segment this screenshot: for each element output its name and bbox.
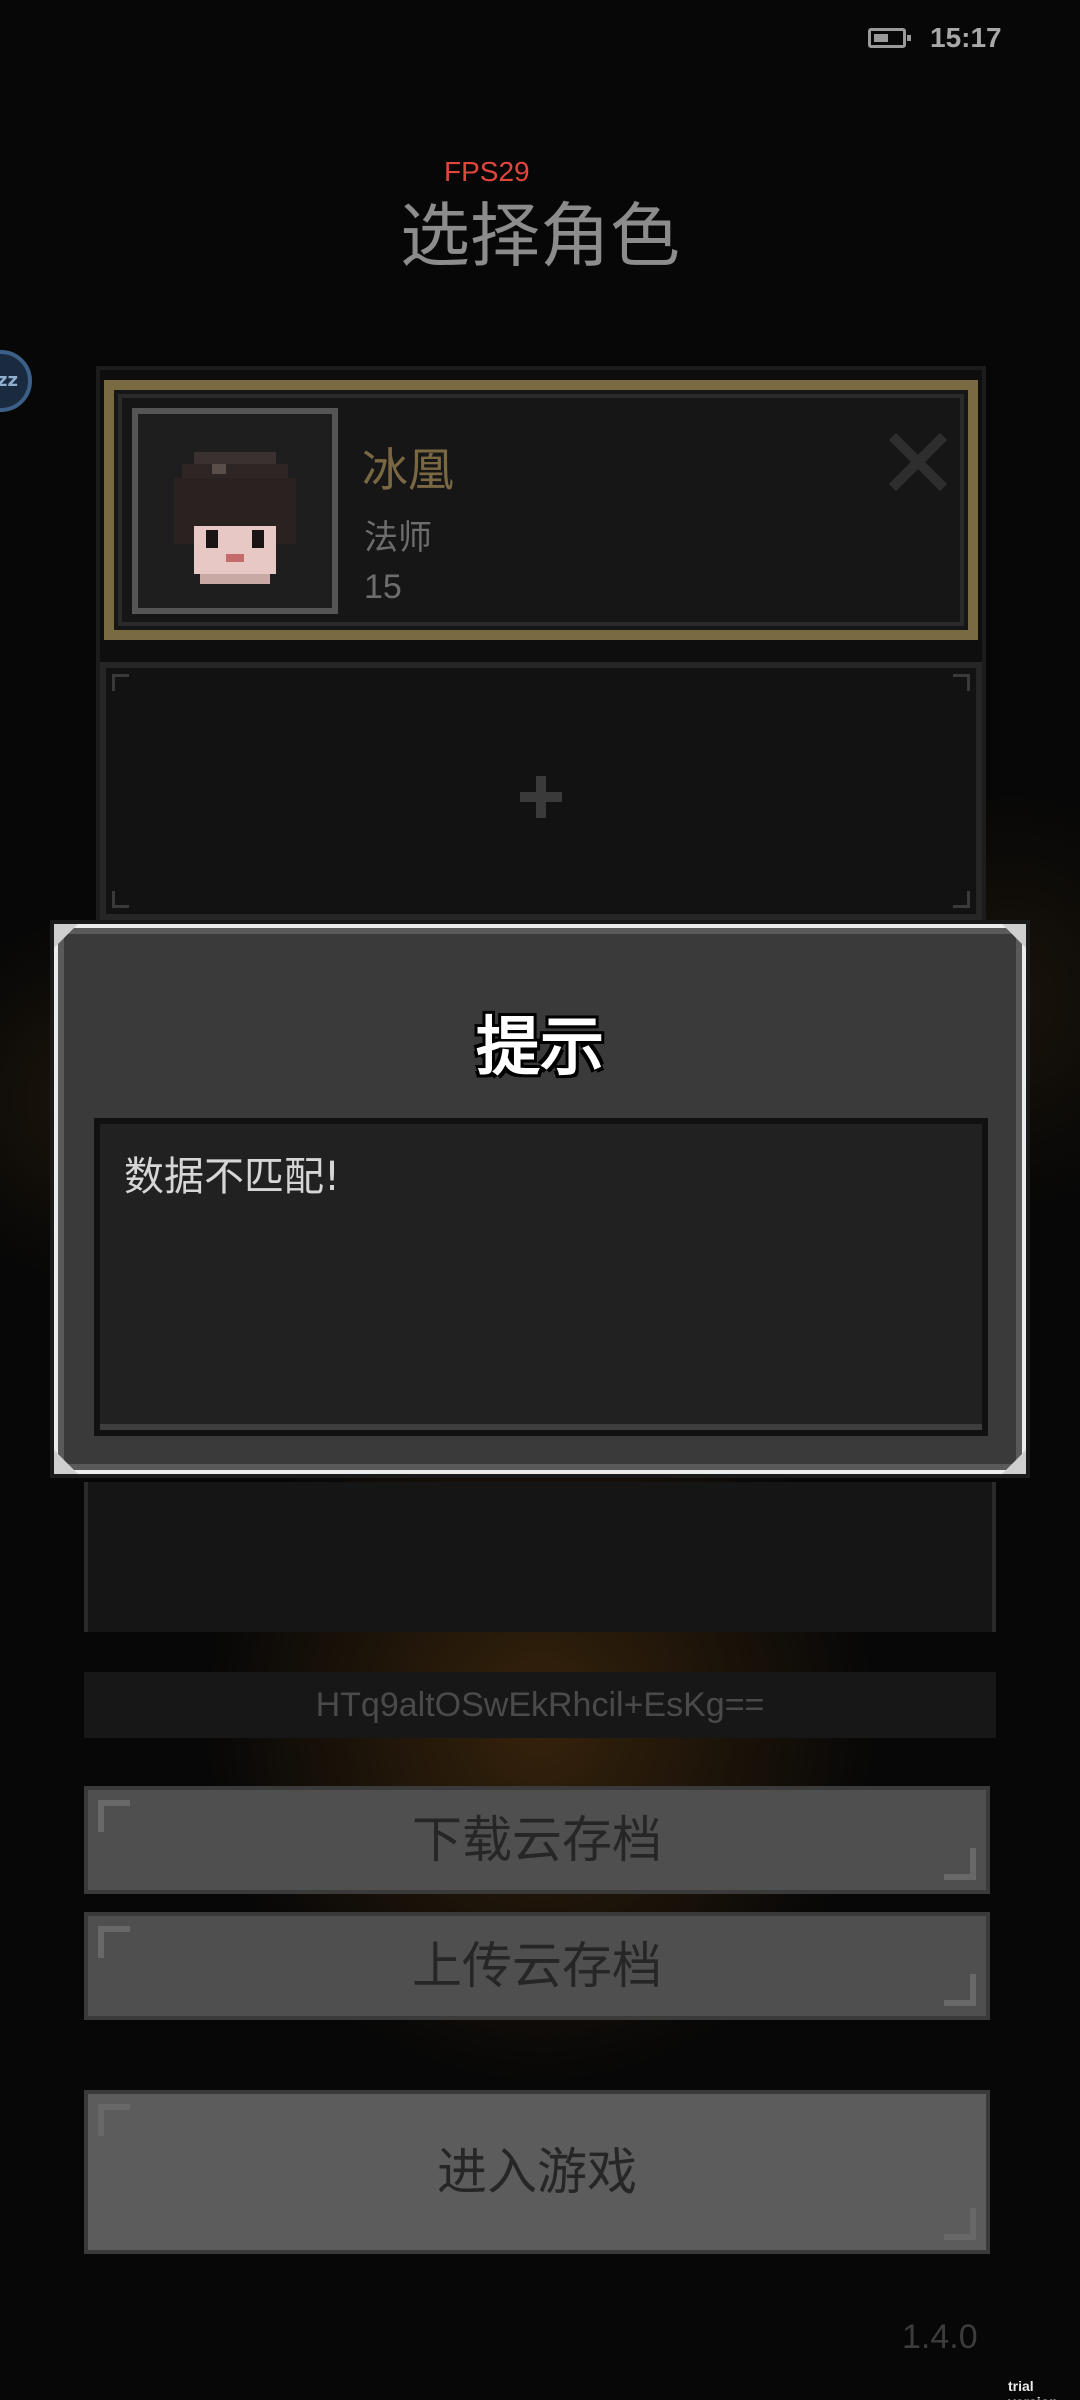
info-panel [84, 1482, 996, 1632]
page-title: 选择角色 [400, 195, 680, 277]
sleep-icon[interactable]: zz [0, 350, 32, 412]
sync-code-text: HTq9altOSwEkRhcil+EsKg== [84, 1672, 996, 1738]
trial-watermark: trial version [1008, 2378, 1058, 2400]
mage-avatar-icon [174, 452, 296, 584]
character-level: 15 [364, 568, 402, 606]
upload-cloud-save-button[interactable]: 上传云存档 [84, 1912, 990, 2020]
close-icon[interactable] [888, 432, 948, 492]
character-portrait [132, 408, 338, 614]
version-label: 1.4.0 [902, 2318, 978, 2356]
character-slot-1[interactable]: 冰凰 法师 15 [104, 380, 978, 640]
download-cloud-save-button[interactable]: 下载云存档 [84, 1786, 990, 1894]
dialog-title: 提示 [476, 1011, 604, 1085]
enter-game-button[interactable]: 进入游戏 [84, 2090, 990, 2254]
plus-icon [520, 776, 562, 818]
status-time: 15:17 [930, 22, 1002, 53]
dialog-message: 数据不匹配! [124, 1154, 341, 1200]
character-class: 法师 [364, 518, 432, 558]
battery-icon [868, 28, 911, 48]
empty-character-slot[interactable] [100, 662, 982, 920]
download-cloud-save-label: 下载云存档 [412, 1811, 662, 1869]
character-select-screen: 15:17 FPS29 选择角色 zz 冰凰 法师 15 HTq9altOSwE… [0, 0, 1080, 2400]
enter-game-label: 进入游戏 [437, 2143, 637, 2201]
dialog-message-box: 数据不匹配! [94, 1118, 988, 1436]
upload-cloud-save-label: 上传云存档 [412, 1937, 662, 1995]
alert-dialog[interactable]: 提示 数据不匹配! [54, 924, 1026, 1474]
character-name: 冰凰 [362, 443, 454, 497]
